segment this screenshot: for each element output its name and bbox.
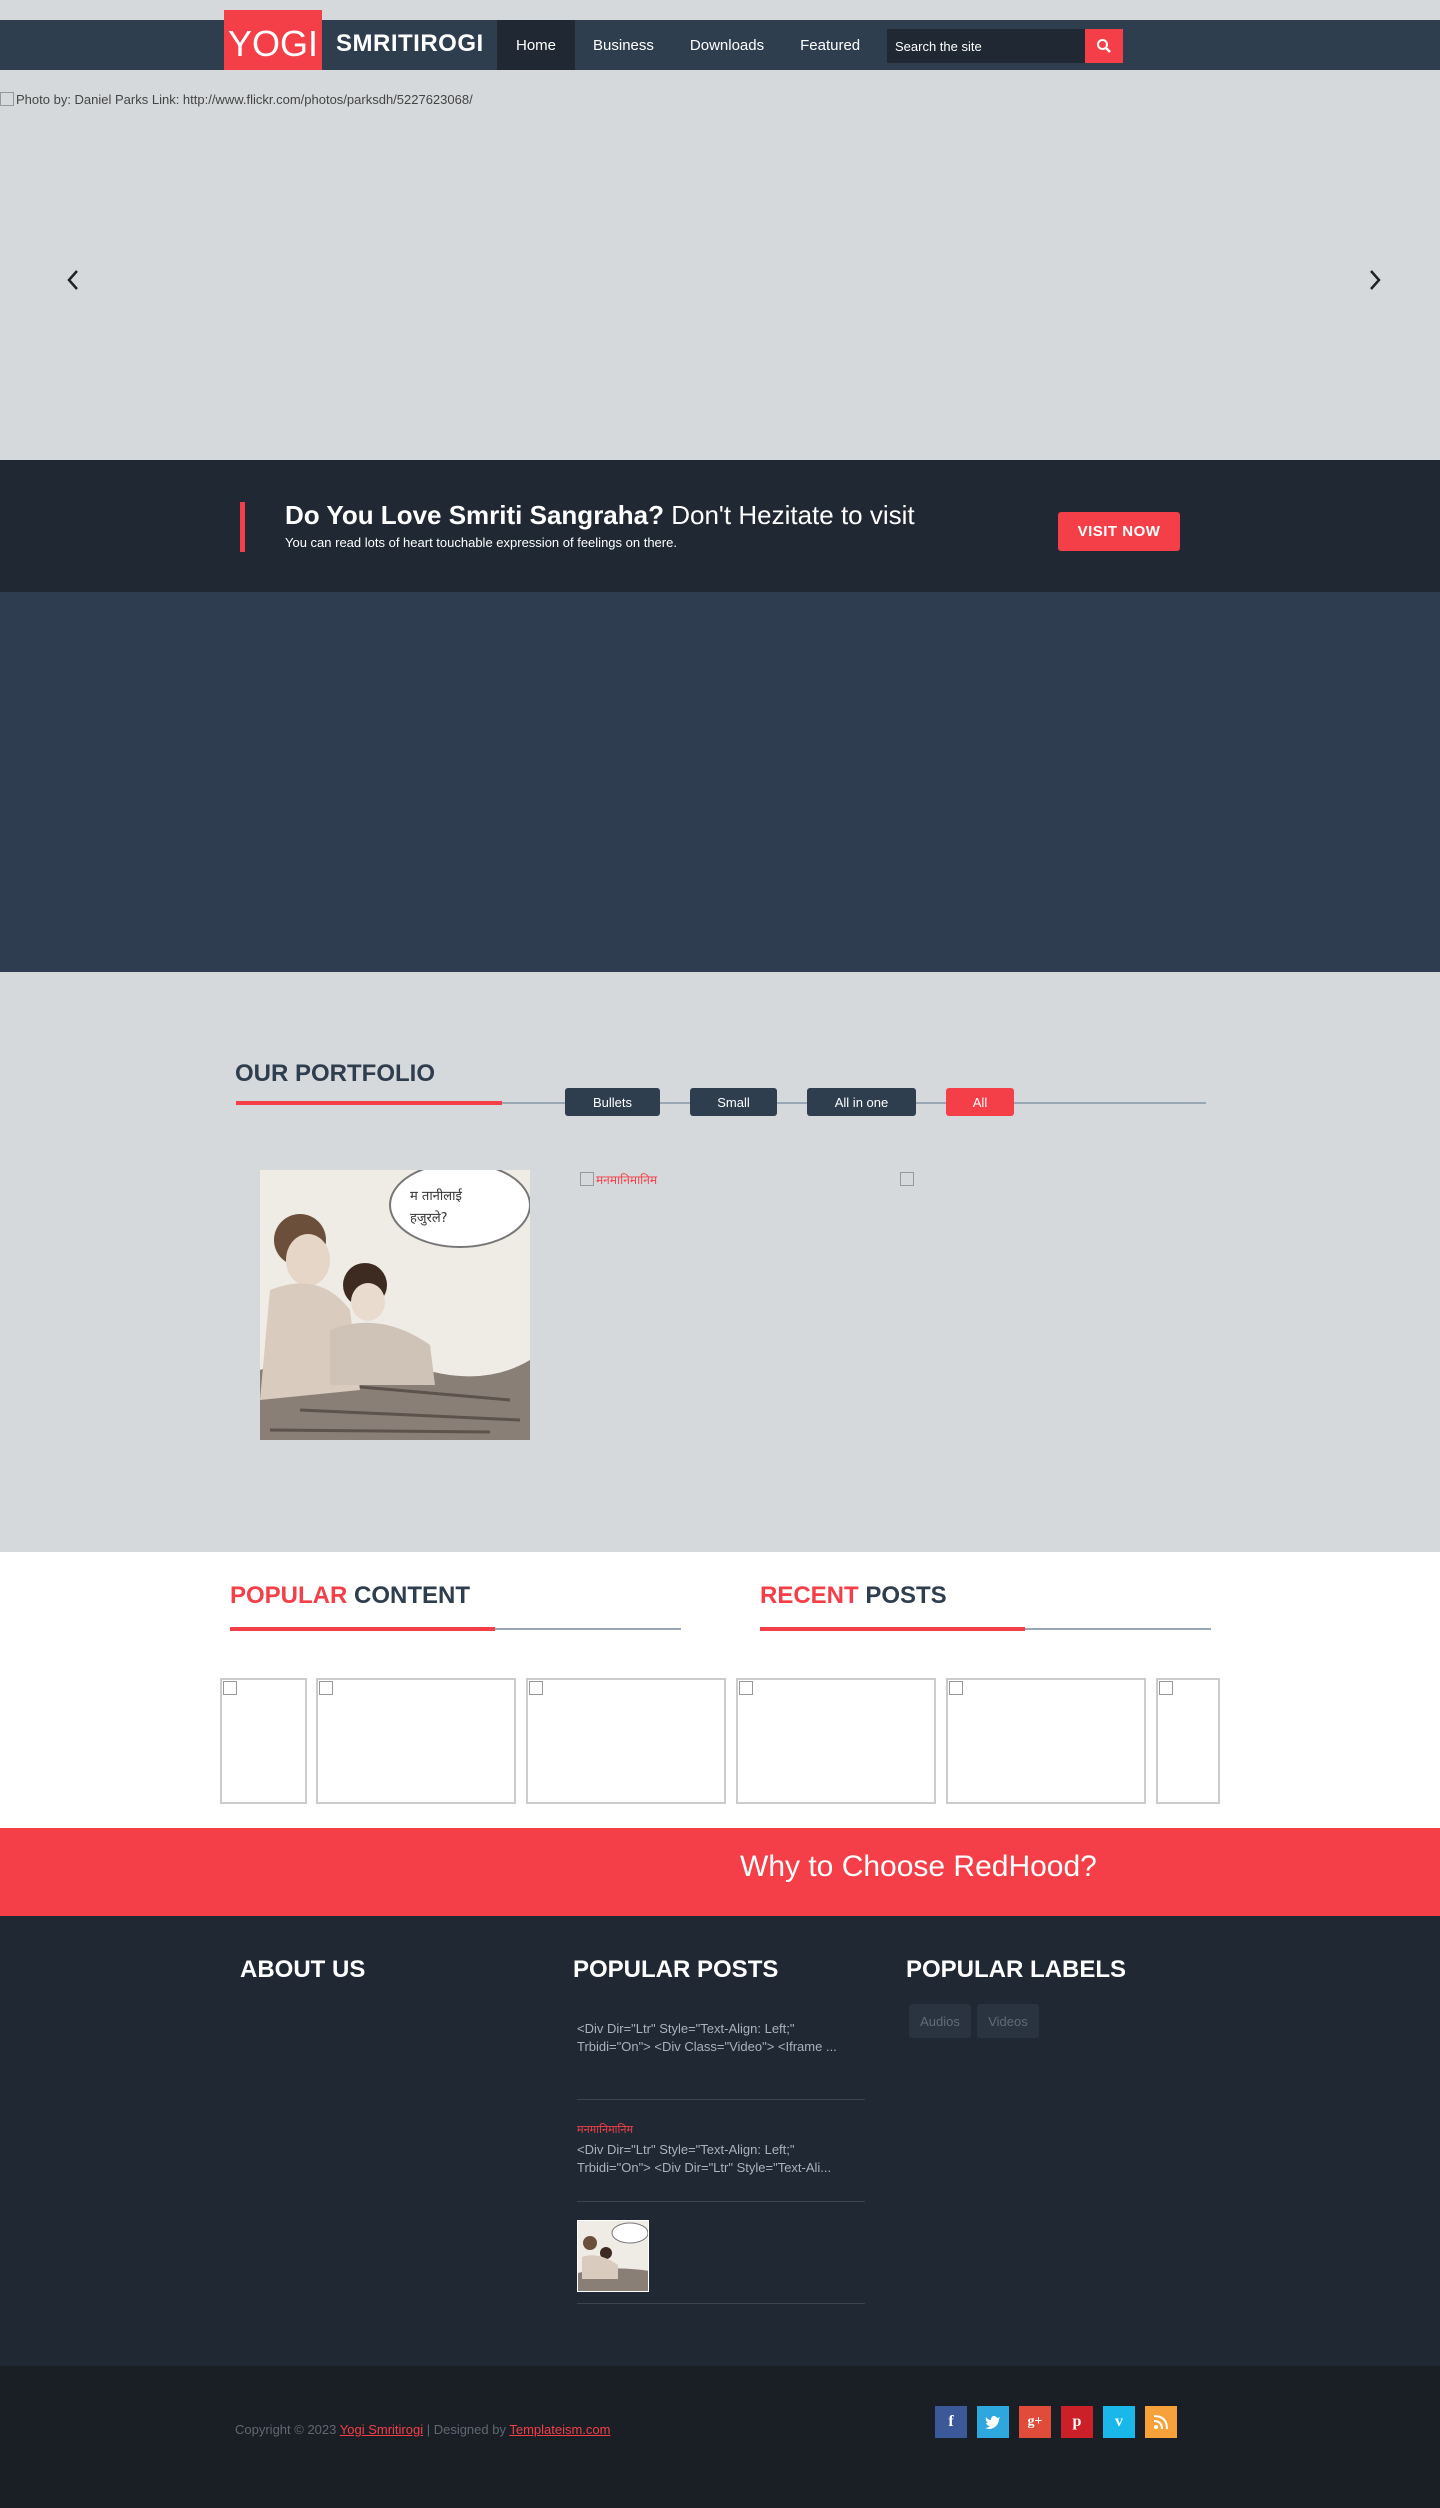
slider-image-alt: Photo by: Daniel Parks Link: http://www.… xyxy=(0,92,473,107)
google-plus-icon[interactable]: g+ xyxy=(1019,2406,1051,2438)
portfolio-item-link[interactable]: मनमानिमानिम xyxy=(580,1171,657,1188)
copyright: Copyright © 2023 Yogi Smritirogi | Desig… xyxy=(235,2422,610,2437)
couple-illustration-thumb xyxy=(578,2221,648,2291)
popular-post-snippet: <Div Dir="Ltr" Style="Text-Align: Left;"… xyxy=(577,2142,832,2175)
callout-title-light: Don't Hezitate to visit xyxy=(671,500,915,530)
site-logo[interactable]: YOGI xyxy=(224,10,322,78)
popular-content-title: POPULAR CONTENT xyxy=(230,1582,470,1610)
recent-title-rest: POSTS xyxy=(858,1582,947,1609)
empty-band xyxy=(0,592,1440,972)
popular-post-item[interactable]: मनमानिमानिम <Div Dir="Ltr" Style="Text-A… xyxy=(577,2102,865,2202)
filter-small[interactable]: Small xyxy=(690,1088,777,1116)
nav-downloads[interactable]: Downloads xyxy=(672,20,782,70)
couple-illustration: म तानीलाई हजुरले? xyxy=(260,1170,530,1440)
callout-title: Do You Love Smriti Sangraha? Don't Hezit… xyxy=(285,500,915,531)
search-button[interactable] xyxy=(1085,29,1123,63)
facebook-icon[interactable]: f xyxy=(935,2406,967,2438)
portfolio-divider-accent xyxy=(236,1101,502,1105)
popular-divider-accent xyxy=(230,1627,495,1631)
designer-link[interactable]: Templateism.com xyxy=(509,2422,610,2437)
portfolio-item-image-missing[interactable] xyxy=(900,1171,916,1187)
hero-slider: Photo by: Daniel Parks Link: http://www.… xyxy=(0,70,1440,460)
slider-prev-button[interactable] xyxy=(58,265,88,295)
filter-all[interactable]: All xyxy=(946,1088,1014,1116)
popular-post-thumbnail[interactable] xyxy=(577,2220,649,2292)
bottom-bar: Copyright © 2023 Yogi Smritirogi | Desig… xyxy=(0,2366,1440,2508)
popular-posts-title: POPULAR POSTS xyxy=(573,1956,779,1983)
recent-posts-title: RECENT POSTS xyxy=(760,1582,947,1610)
nav-home[interactable]: Home xyxy=(497,20,576,70)
chevron-left-icon xyxy=(67,270,78,290)
svg-text:म तानीलाई: म तानीलाई xyxy=(410,1188,463,1204)
carousel-thumb[interactable] xyxy=(220,1678,307,1804)
label-audios[interactable]: Audios xyxy=(909,2004,971,2038)
designed-by-text: | Designed by xyxy=(423,2422,510,2437)
svg-text:हजुरले?: हजुरले? xyxy=(410,1210,448,1226)
filter-all-in-one[interactable]: All in one xyxy=(807,1088,916,1116)
chevron-right-icon xyxy=(1370,270,1381,290)
callout-accent-bar xyxy=(240,502,245,552)
filter-bullets[interactable]: Bullets xyxy=(565,1088,660,1116)
why-choose-title: Why to Choose RedHood? xyxy=(740,1850,1097,1883)
recent-title-accent: RECENT xyxy=(760,1582,859,1609)
popular-labels-title: POPULAR LABELS xyxy=(906,1956,1127,1983)
carousel-thumb[interactable] xyxy=(316,1678,516,1804)
rss-icon[interactable] xyxy=(1145,2406,1177,2438)
twitter-icon[interactable] xyxy=(977,2406,1009,2438)
carousel-thumb[interactable] xyxy=(736,1678,936,1804)
label-videos[interactable]: Videos xyxy=(977,2004,1039,2038)
visit-now-button[interactable]: VISIT NOW xyxy=(1058,512,1180,551)
popular-post-item[interactable] xyxy=(577,2204,865,2304)
popular-post-snippet: <Div Dir="Ltr" Style="Text-Align: Left;"… xyxy=(577,2021,837,2054)
main-nav: Home Business Downloads Featured xyxy=(497,20,878,70)
pinterest-icon[interactable]: p xyxy=(1061,2406,1093,2438)
footer-widgets: ABOUT US POPULAR POSTS POPULAR LABELS <D… xyxy=(0,1916,1440,2366)
portfolio-item-illustration[interactable]: म तानीलाई हजुरले? xyxy=(260,1170,530,1440)
portfolio-section: OUR PORTFOLIO Bullets Small All in one A… xyxy=(0,972,1440,1552)
logo-text[interactable]: SMRITIROGI xyxy=(336,30,484,58)
popular-title-rest: CONTENT xyxy=(347,1582,471,1609)
nav-business[interactable]: Business xyxy=(575,20,672,70)
why-choose-band: Why to Choose RedHood? xyxy=(0,1828,1440,1916)
carousel-thumb[interactable] xyxy=(1156,1678,1220,1804)
vimeo-icon[interactable]: v xyxy=(1103,2406,1135,2438)
copyright-prefix: Copyright © 2023 xyxy=(235,2422,340,2437)
search-icon xyxy=(1097,39,1111,53)
carousel-thumb[interactable] xyxy=(946,1678,1146,1804)
popular-post-item[interactable]: <Div Dir="Ltr" Style="Text-Align: Left;"… xyxy=(577,2020,865,2100)
recent-divider-accent xyxy=(760,1627,1025,1631)
nav-featured[interactable]: Featured xyxy=(782,20,878,70)
carousel-thumb[interactable] xyxy=(526,1678,726,1804)
popular-post-link[interactable]: मनमानिमानिम xyxy=(577,2122,865,2137)
callout-title-bold: Do You Love Smriti Sangraha? xyxy=(285,500,664,530)
popular-recent-section: POPULAR CONTENT RECENT POSTS xyxy=(0,1552,1440,1828)
callout-subtitle: You can read lots of heart touchable exp… xyxy=(285,535,677,550)
callout-band: Do You Love Smriti Sangraha? Don't Hezit… xyxy=(0,460,1440,592)
about-us-title: ABOUT US xyxy=(240,1956,366,1983)
top-strip xyxy=(0,0,1440,20)
slider-next-button[interactable] xyxy=(1360,265,1390,295)
site-link[interactable]: Yogi Smritirogi xyxy=(340,2422,423,2437)
search-form xyxy=(887,29,1123,63)
portfolio-title: OUR PORTFOLIO xyxy=(235,1060,435,1087)
popular-title-accent: POPULAR xyxy=(230,1582,348,1609)
search-input[interactable] xyxy=(887,29,1085,63)
logo-box[interactable]: YOGI xyxy=(224,10,322,78)
